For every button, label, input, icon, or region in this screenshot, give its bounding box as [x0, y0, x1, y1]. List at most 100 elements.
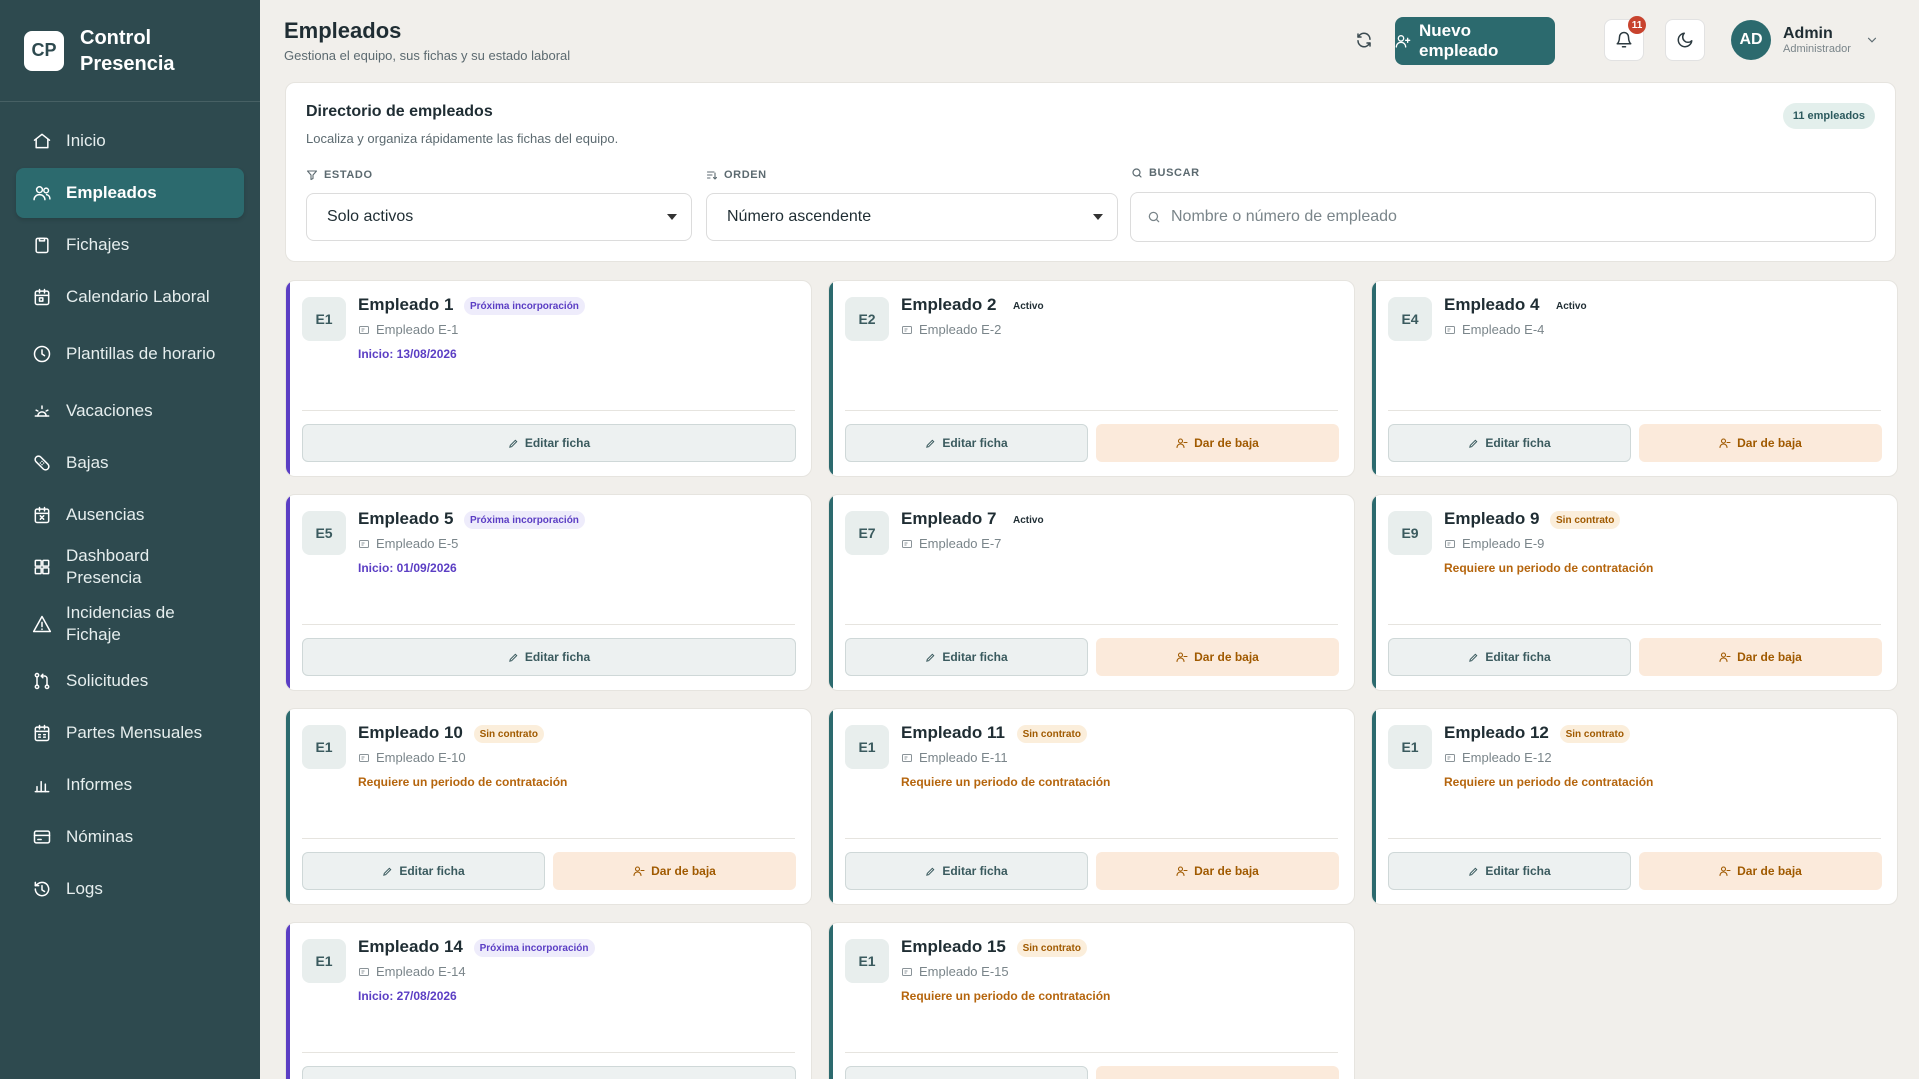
id-card-icon — [359, 325, 369, 334]
new-employee-button[interactable]: Nuevo empleado — [1395, 17, 1555, 65]
employee-card[interactable]: E9 Empleado 9 Sin contrato Empleado E-9 Requ… — [1371, 494, 1898, 691]
pencil-icon — [508, 653, 518, 662]
deactivate-employee-button[interactable]: Dar de baja — [1639, 852, 1882, 890]
sidebar-item-solicitudes[interactable]: Solicitudes — [16, 656, 244, 706]
divider — [302, 410, 795, 411]
employee-code: Empleado E-2 — [901, 322, 1001, 337]
sidebar-item-inicio[interactable]: Inicio — [16, 116, 244, 166]
user-minus-icon — [633, 866, 645, 877]
edit-employee-button[interactable]: Editar ficha — [302, 1066, 796, 1079]
user-minus-icon — [1176, 438, 1188, 449]
deactivate-employee-button[interactable]: Dar de baja — [1096, 1066, 1339, 1079]
employee-avatar: E9 — [1388, 511, 1432, 555]
employee-card[interactable]: E1 Empleado 1 Próxima incorporación Emplead… — [285, 280, 812, 477]
deactivate-employee-button[interactable]: Dar de baja — [1096, 638, 1339, 676]
sidebar-item-label: Partes Mensuales — [66, 723, 203, 742]
filter-icon — [306, 170, 318, 181]
employee-card[interactable]: E5 Empleado 5 Próxima incorporación Emplead… — [285, 494, 812, 691]
deactivate-employee-button[interactable]: Dar de baja — [1096, 424, 1339, 462]
sort-icon — [706, 171, 718, 180]
edit-employee-button[interactable]: Editar ficha — [1388, 424, 1631, 462]
sidebar-item-fichajes[interactable]: Fichajes — [16, 220, 244, 270]
deactivate-employee-button[interactable]: Dar de baja — [1096, 852, 1339, 890]
employee-name: Empleado 5 — [358, 509, 454, 528]
sidebar-item-dashboard-presencia[interactable]: Dashboard Presencia — [16, 542, 244, 592]
page-header: Empleados Gestiona el equipo, sus fichas… — [260, 0, 1919, 80]
brand[interactable]: CP Control Presencia — [0, 0, 260, 102]
theme-toggle-button[interactable] — [1665, 19, 1705, 61]
user-plus-icon — [1395, 35, 1411, 48]
employee-code: Empleado E-10 — [358, 750, 466, 765]
employee-card[interactable]: E2 Empleado 2 Activo Empleado E-2 Editar fic… — [828, 280, 1355, 477]
user-minus-icon — [1719, 438, 1731, 449]
employee-note: Requiere un periodo de contratación — [358, 775, 568, 789]
employee-note: Requiere un periodo de contratación — [1444, 561, 1654, 575]
user-minus-icon — [1719, 866, 1731, 877]
deactivate-employee-button[interactable]: Dar de baja — [553, 852, 796, 890]
sidebar-item-plantillas-de-horario[interactable]: Plantillas de horario — [16, 324, 244, 384]
employee-card[interactable]: E1 Empleado 11 Sin contrato Empleado E-11 Re… — [828, 708, 1355, 905]
employee-card[interactable]: E1 Empleado 14 Próxima incorporación Emplea… — [285, 922, 812, 1079]
employee-note: Inicio: 01/09/2026 — [358, 561, 457, 575]
employee-card[interactable]: E7 Empleado 7 Activo Empleado E-7 Editar fic… — [828, 494, 1355, 691]
divider — [1388, 838, 1881, 839]
user-menu[interactable]: AD Admin Administrador — [1731, 20, 1879, 60]
edit-employee-button[interactable]: Editar ficha — [845, 1066, 1088, 1079]
edit-employee-button[interactable]: Editar ficha — [1388, 638, 1631, 676]
deactivate-employee-button[interactable]: Dar de baja — [1639, 638, 1882, 676]
employee-card[interactable]: E1 Empleado 15 Sin contrato Empleado E-15 Re… — [828, 922, 1355, 1079]
sidebar-item-label: Inicio — [66, 131, 106, 150]
bar-chart-icon — [34, 780, 50, 793]
deactivate-employee-button[interactable]: Dar de baja — [1639, 424, 1882, 462]
sidebar-item-logs[interactable]: Logs — [16, 864, 244, 914]
caret-down-icon — [667, 214, 677, 220]
sidebar-item-calendario-laboral[interactable]: Calendario Laboral — [16, 272, 244, 322]
estado-select[interactable]: Solo activos — [306, 193, 692, 241]
search-input[interactable] — [1171, 208, 1851, 226]
sidebar-item-label: Vacaciones — [66, 401, 153, 420]
employee-avatar: E2 — [845, 297, 889, 341]
edit-employee-button[interactable]: Editar ficha — [302, 638, 796, 676]
calendar-icon — [34, 288, 50, 306]
pencil-icon — [1469, 439, 1478, 448]
edit-employee-button[interactable]: Editar ficha — [302, 852, 545, 890]
bell-icon — [1616, 31, 1632, 48]
sidebar-item-ausencias[interactable]: Ausencias — [16, 490, 244, 540]
sidebar-item-incidencias-de-fichaje[interactable]: Incidencias de Fichaje — [16, 594, 244, 654]
employee-card[interactable]: E1 Empleado 12 Sin contrato Empleado E-12 Re… — [1371, 708, 1898, 905]
sidebar-item-label: Nóminas — [66, 827, 134, 846]
employee-card[interactable]: E4 Empleado 4 Activo Empleado E-4 Editar fic… — [1371, 280, 1898, 477]
sidebar-item-n-minas[interactable]: Nóminas — [16, 812, 244, 862]
employee-code: Empleado E-5 — [358, 536, 458, 551]
employee-note: Requiere un periodo de contratación — [1444, 775, 1654, 789]
edit-employee-button[interactable]: Editar ficha — [302, 424, 796, 462]
employee-card[interactable]: E1 Empleado 10 Sin contrato Empleado E-10 Re… — [285, 708, 812, 905]
refresh-button[interactable] — [1352, 28, 1376, 52]
pencil-icon — [1469, 867, 1478, 876]
orden-select[interactable]: Número ascendente — [706, 193, 1118, 241]
sidebar-item-partes-mensuales[interactable]: Partes Mensuales — [16, 708, 244, 758]
edit-employee-button[interactable]: Editar ficha — [845, 638, 1088, 676]
search-field[interactable] — [1130, 192, 1876, 242]
status-badge: Próxima incorporación — [473, 939, 595, 957]
directory-title: Directorio de empleados — [306, 103, 493, 120]
status-badge: Sin contrato — [1559, 725, 1630, 743]
sidebar-item-informes[interactable]: Informes — [16, 760, 244, 810]
status-badge: Activo — [1556, 300, 1587, 312]
sidebar-item-bajas[interactable]: Bajas — [16, 438, 244, 488]
employee-code: Empleado E-11 — [901, 750, 1008, 765]
divider — [845, 838, 1338, 839]
sidebar-item-vacaciones[interactable]: Vacaciones — [16, 386, 244, 436]
notifications-button[interactable]: 11 — [1604, 16, 1646, 61]
sidebar-item-label: Bajas — [66, 453, 109, 472]
employee-avatar: E1 — [1388, 725, 1432, 769]
id-card-icon — [359, 967, 369, 976]
edit-employee-button[interactable]: Editar ficha — [845, 424, 1088, 462]
edit-employee-button[interactable]: Editar ficha — [1388, 852, 1631, 890]
home-icon — [33, 133, 51, 149]
employee-name: Empleado 9 — [1444, 509, 1540, 528]
employee-name: Empleado 10 — [358, 723, 463, 742]
sidebar-item-empleados[interactable]: Empleados — [16, 168, 244, 218]
edit-employee-button[interactable]: Editar ficha — [845, 852, 1088, 890]
search-icon — [1132, 168, 1142, 178]
